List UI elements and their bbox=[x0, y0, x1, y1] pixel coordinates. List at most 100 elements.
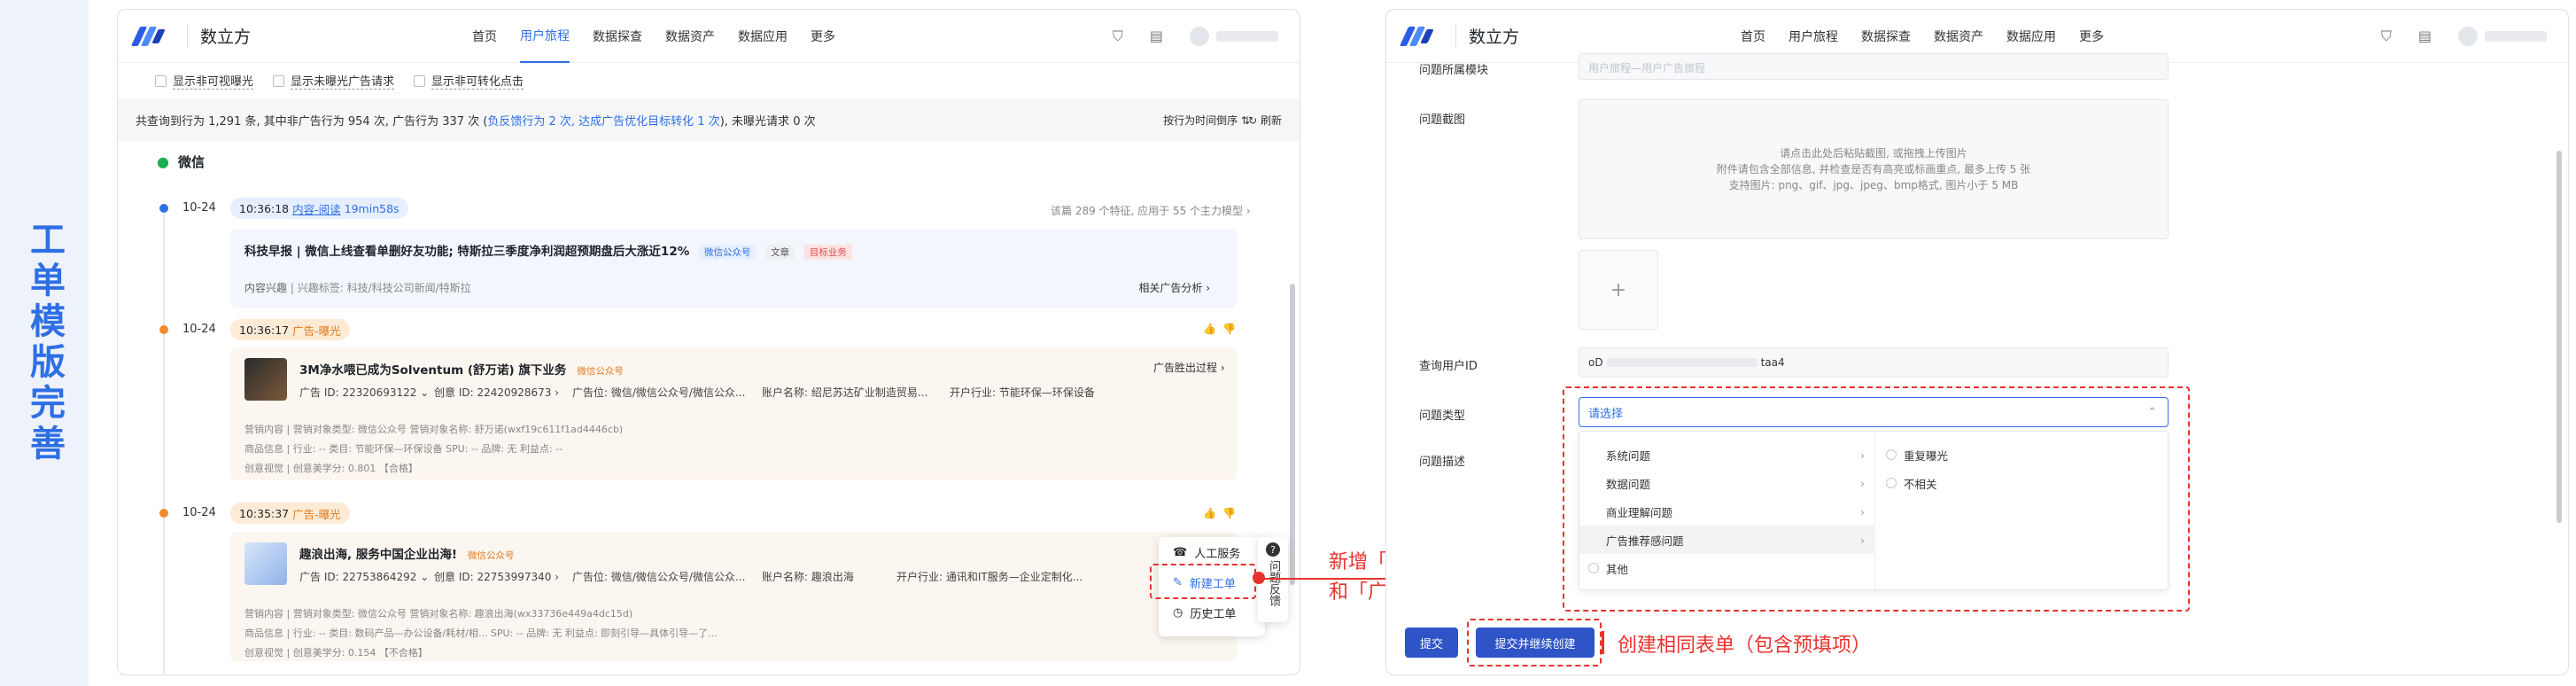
highlight-submit-continue bbox=[1467, 619, 1602, 667]
interest-row: 内容兴趣 | 兴趣标签: 科技/科技公司新闻/特斯拉 bbox=[244, 282, 471, 294]
openid-field[interactable]: oD taa4 bbox=[1579, 347, 2169, 378]
event-date: 10-24 bbox=[182, 323, 216, 336]
filter-nonconvertible-clicks[interactable]: 显示非可转化点击 bbox=[414, 72, 524, 90]
document-icon[interactable]: ▤ bbox=[1150, 27, 1163, 44]
thumbs-up-icon[interactable]: 👍 bbox=[1203, 323, 1216, 335]
shield-icon[interactable]: ⛉ bbox=[1113, 27, 1123, 45]
summary-link[interactable]: 负反馈行为 2 次, 达成广告优化目标转化 1 次 bbox=[487, 115, 719, 129]
wechat-label: 微信 bbox=[177, 153, 205, 170]
refresh-button[interactable]: ↻ 刷新 bbox=[1248, 113, 1282, 128]
nav-data-apps[interactable]: 数据应用 bbox=[2006, 27, 2056, 45]
nav-more[interactable]: 更多 bbox=[811, 27, 835, 45]
filter-invisible-exposure[interactable]: 显示非可视曝光 bbox=[155, 72, 254, 90]
user-menu[interactable] bbox=[2458, 26, 2547, 46]
content-card[interactable]: 科技早报 | 微信上线查看单删好友功能; 特斯拉三季度净利润超预期盘后大涨近12… bbox=[230, 229, 1237, 308]
headset-icon: ☎ bbox=[1173, 545, 1188, 559]
type-badge: 文章 bbox=[765, 245, 795, 260]
ad-thumbnail bbox=[244, 358, 287, 401]
username-blurred bbox=[2485, 30, 2547, 42]
checkbox[interactable] bbox=[155, 74, 167, 87]
thumbs-down-icon[interactable]: 👎 bbox=[1222, 507, 1236, 519]
nav-user-journey[interactable]: 用户旅程 bbox=[520, 10, 570, 63]
timeline-dot bbox=[159, 509, 168, 518]
creative-visual: 创意视觉 | 创意美学分: 0.154 【不合格】 bbox=[244, 647, 428, 659]
nav-more[interactable]: 更多 bbox=[2079, 27, 2104, 45]
source-badge: 微信公众号 bbox=[698, 245, 757, 260]
openid-blurred bbox=[1606, 358, 1757, 367]
username-blurred bbox=[1216, 30, 1278, 42]
user-menu[interactable] bbox=[1190, 26, 1278, 46]
ad-id[interactable]: 广告 ID: 22320693122 ⌄ bbox=[299, 385, 429, 400]
avatar bbox=[2458, 26, 2478, 46]
header-tools: ⛉ ▤ bbox=[1113, 10, 1278, 63]
side-title-panel: 工单模版完善 bbox=[0, 0, 89, 686]
scrollbar[interactable] bbox=[1290, 284, 1295, 585]
nav-home[interactable]: 首页 bbox=[1741, 27, 1765, 45]
menu-human-service[interactable]: ☎ 人工服务 bbox=[1159, 537, 1265, 567]
sort-toggle[interactable]: 按行为时间倒序 ⇅ bbox=[1163, 113, 1250, 128]
account-name: 账户名称: 趣浪出海 bbox=[762, 571, 854, 583]
module-field[interactable]: 用户旅程—用户广告旅程 bbox=[1579, 53, 2169, 80]
checkbox[interactable] bbox=[414, 74, 426, 87]
submit-button[interactable]: 提交 bbox=[1405, 628, 1458, 658]
thumbs-up-icon[interactable]: 👍 bbox=[1203, 507, 1216, 519]
wechat-section-header: ● 微信 bbox=[118, 141, 1300, 182]
feature-summary-link[interactable]: 该篇 289 个特征, 应用于 55 个主力模型 › bbox=[1051, 203, 1251, 218]
nav-data-explore[interactable]: 数据探查 bbox=[593, 27, 642, 45]
nav-data-assets[interactable]: 数据资产 bbox=[1934, 27, 1983, 45]
brand-logo-icon[interactable] bbox=[130, 26, 175, 46]
creative-id[interactable]: 创意 ID: 22420928673 › bbox=[434, 385, 559, 400]
ad-position: 广告位: 微信/微信公众号/微信公众... bbox=[572, 571, 746, 583]
nav-data-apps[interactable]: 数据应用 bbox=[738, 27, 788, 45]
screenshot-upload-area[interactable]: 请点击此处后粘贴截图, 或拖拽上传图片 附件请包含全部信息, 并检查是否有高亮或… bbox=[1579, 99, 2169, 239]
document-icon[interactable]: ▤ bbox=[2418, 27, 2432, 44]
clock-icon: ◷ bbox=[1173, 605, 1183, 620]
scrollbar[interactable] bbox=[2557, 151, 2562, 523]
timeline-dot bbox=[159, 325, 168, 334]
nav-home[interactable]: 首页 bbox=[472, 27, 497, 45]
filter-bar: 显示非可视曝光 显示未曝光广告请求 显示非可转化点击 bbox=[118, 63, 1300, 98]
ad-id[interactable]: 广告 ID: 22753864292 ⌄ bbox=[299, 569, 429, 584]
event-date: 10-24 bbox=[182, 506, 216, 519]
menu-ticket-history[interactable]: ◷ 历史工单 bbox=[1159, 597, 1265, 628]
description-label: 问题描述 bbox=[1419, 456, 1466, 469]
brand-logo-icon[interactable] bbox=[1399, 26, 1443, 46]
event-tag[interactable]: 10:36:18 内容-阅读 19min58s bbox=[230, 198, 408, 219]
module-label: 问题所属模块 bbox=[1419, 64, 1489, 77]
ad-thumbnail bbox=[244, 542, 287, 585]
screenshot-label: 问题截图 bbox=[1419, 113, 1466, 127]
ad-title: 3M净水喂已成为Solventum (舒万诺) 旗下业务 微信公众号 bbox=[299, 363, 624, 378]
timeline-dot bbox=[159, 204, 168, 213]
creative-id[interactable]: 创意 ID: 22753997340 › bbox=[434, 569, 559, 584]
filter-unexposed-requests[interactable]: 显示未曝光广告请求 bbox=[273, 72, 395, 90]
side-title: 工单模版完善 bbox=[24, 221, 65, 465]
header-tools: ⛉ ▤ bbox=[2381, 10, 2547, 63]
related-ad-analysis-link[interactable]: 相关广告分析 › bbox=[1138, 280, 1210, 295]
event-date: 10-24 bbox=[182, 201, 216, 214]
account-name: 账户名称: 绍尼苏达矿业制造贸易... bbox=[762, 386, 928, 399]
thumbs-down-icon[interactable]: 👎 bbox=[1222, 323, 1236, 335]
summary-bar: 共查询到行为 1,291 条, 其中非广告行为 954 次, 广告行为 337 … bbox=[118, 98, 1300, 141]
nav-data-explore[interactable]: 数据探查 bbox=[1861, 27, 1911, 45]
nav-data-assets[interactable]: 数据资产 bbox=[665, 27, 715, 45]
highlight-new-ticket bbox=[1150, 564, 1256, 599]
top-navbar: 数立方 首页 用户旅程 数据探查 数据资产 数据应用 更多 ⛉ ▤ bbox=[118, 10, 1300, 63]
shield-icon[interactable]: ⛉ bbox=[2381, 27, 2392, 45]
nav-user-journey[interactable]: 用户旅程 bbox=[1788, 27, 1838, 45]
goal-badge: 目标业务 bbox=[803, 245, 852, 260]
checkbox[interactable] bbox=[273, 74, 285, 87]
account-industry: 开户行业: 节能环保—环保设备 bbox=[950, 386, 1095, 399]
event-tag[interactable]: 10:35:37 广告-曝光 bbox=[230, 503, 350, 524]
content-title: 科技早报 | 微信上线查看单删好友功能; 特斯拉三季度净利润超预期盘后大涨近12… bbox=[244, 245, 690, 259]
account-industry: 开户行业: 通讯和IT服务—企业定制化... bbox=[896, 571, 1083, 583]
question-icon: ? bbox=[1266, 542, 1280, 557]
creative-visual: 创意视觉 | 创意美学分: 0.801 【合格】 bbox=[244, 463, 418, 474]
event-tag[interactable]: 10:36:17 广告-曝光 bbox=[230, 319, 350, 340]
ad-win-process-link[interactable]: 广告胜出过程 › bbox=[1153, 360, 1225, 375]
ad-title: 趣浪出海, 服务中国企业出海! 微信公众号 bbox=[299, 548, 515, 562]
add-image-button[interactable]: + bbox=[1579, 250, 1658, 330]
marketing-content: 营销内容 | 营销对象类型: 微信公众号 营销对象名称: 舒万诺(wxf19c6… bbox=[244, 424, 624, 435]
product-info: 商品信息 | 行业: -- 类目: 数码产品—办公设备/耗材/相... SPU:… bbox=[244, 628, 718, 639]
ad-position: 广告位: 微信/微信公众号/微信公众... bbox=[572, 386, 746, 399]
timeline-line bbox=[163, 204, 165, 674]
